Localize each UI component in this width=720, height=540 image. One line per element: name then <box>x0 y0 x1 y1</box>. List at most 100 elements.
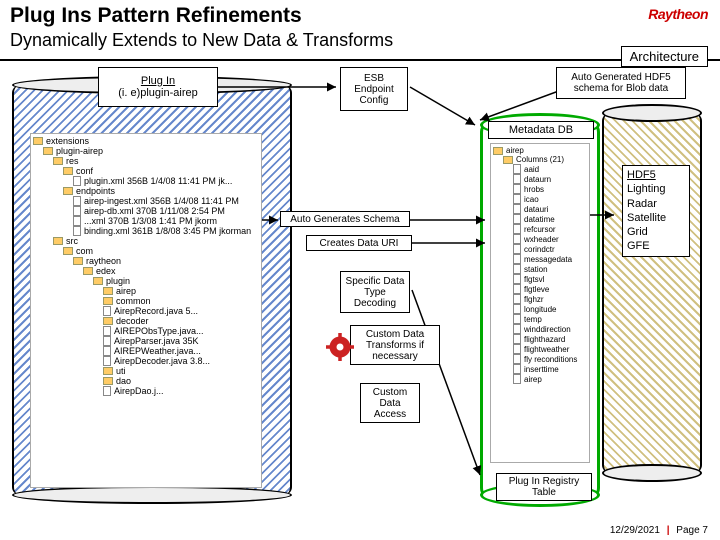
column-icon <box>513 304 521 314</box>
tree-label: airep-db.xml 370B 1/11/08 2:54 PM <box>84 206 225 216</box>
tree-item: common <box>33 296 259 306</box>
tree-item: res <box>33 156 259 166</box>
custom-data-access-box: Custom Data Access <box>360 383 420 423</box>
custom-transforms-box: Custom Data Transforms if necessary <box>350 325 440 365</box>
creates-data-uri-box: Creates Data URI <box>306 235 412 251</box>
file-icon <box>73 206 81 216</box>
tree-label: conf <box>76 166 93 176</box>
column-item: temp <box>493 314 587 324</box>
folder-icon <box>103 367 113 375</box>
column-icon <box>513 314 521 324</box>
auto-generates-schema-box: Auto Generates Schema <box>280 211 410 227</box>
footer-date: 12/29/2021 <box>610 525 660 536</box>
metadata-db-label: Metadata DB <box>488 121 594 139</box>
column-item: inserttime <box>493 364 587 374</box>
tree-label: Columns (21) <box>516 155 564 164</box>
folder-icon <box>103 297 113 305</box>
file-icon <box>103 346 111 356</box>
column-label: hrobs <box>524 185 544 194</box>
column-label: longitude <box>524 305 556 314</box>
divider <box>0 59 720 61</box>
gear-icon <box>326 333 354 361</box>
tree-label: src <box>66 236 78 246</box>
tree-label: raytheon <box>86 256 121 266</box>
column-label: dataurn <box>524 175 551 184</box>
tree-item: com <box>33 246 259 256</box>
column-icon <box>513 374 521 384</box>
tree-label: airep <box>116 286 136 296</box>
esb-box: ESB Endpoint Config <box>340 67 408 111</box>
column-icon <box>513 224 521 234</box>
hdf5-item: Grid <box>627 225 685 239</box>
tree-label: AirepDao.j... <box>114 386 164 396</box>
tree-label: AirepDecoder.java 3.8... <box>114 356 210 366</box>
column-label: fly reconditions <box>524 355 577 364</box>
column-item: corindctr <box>493 244 587 254</box>
column-item: aaid <box>493 164 587 174</box>
folder-icon <box>43 147 53 155</box>
column-label: datatime <box>524 215 555 224</box>
tree-item: plugin.xml 356B 1/4/08 11:41 PM jk... <box>33 176 259 186</box>
column-icon <box>513 344 521 354</box>
column-tree-header: airep <box>493 146 587 155</box>
column-icon <box>513 214 521 224</box>
page-title: Plug Ins Pattern Refinements <box>10 4 710 28</box>
column-label: flgtleve <box>524 285 549 294</box>
tree-item: AirepDecoder.java 3.8... <box>33 356 259 366</box>
column-label: flightweather <box>524 345 569 354</box>
tree-item: airep-ingest.xml 356B 1/4/08 11:41 PM <box>33 196 259 206</box>
tree-item: edex <box>33 266 259 276</box>
column-item: messagedata <box>493 254 587 264</box>
column-item: datatime <box>493 214 587 224</box>
tree-label: res <box>66 156 79 166</box>
folder-icon <box>493 147 503 155</box>
column-icon <box>513 164 521 174</box>
footer-page: Page 7 <box>676 525 708 536</box>
file-icon <box>103 326 111 336</box>
column-item: station <box>493 264 587 274</box>
tree-label: AirepParser.java 35K <box>114 336 199 346</box>
footer: 12/29/2021 | Page 7 <box>610 525 708 536</box>
folder-icon <box>503 156 513 164</box>
column-label: icao <box>524 195 539 204</box>
column-label: aaid <box>524 165 539 174</box>
folder-icon <box>103 377 113 385</box>
tree-item: endpoints <box>33 186 259 196</box>
folder-icon <box>63 187 73 195</box>
specific-decoding-box: Specific Data Type Decoding <box>340 271 410 313</box>
column-item: datauri <box>493 204 587 214</box>
column-icon <box>513 194 521 204</box>
file-tree-left: extensionsplugin-airepresconfplugin.xml … <box>30 133 262 488</box>
plugin-title: Plug In <box>141 75 175 87</box>
folder-icon <box>63 167 73 175</box>
column-icon <box>513 334 521 344</box>
tree-label: airep-ingest.xml 356B 1/4/08 11:41 PM <box>84 196 239 206</box>
column-item: winddirection <box>493 324 587 334</box>
column-item: longitude <box>493 304 587 314</box>
column-label: inserttime <box>524 365 559 374</box>
file-icon <box>73 226 81 236</box>
folder-icon <box>103 317 113 325</box>
file-icon <box>103 336 111 346</box>
registry-label: Plug In Registry Table <box>496 473 592 501</box>
column-label: flghzr <box>524 295 544 304</box>
folder-icon <box>73 257 83 265</box>
tree-item: plugin <box>33 276 259 286</box>
column-icon <box>513 274 521 284</box>
column-item: icao <box>493 194 587 204</box>
column-icon <box>513 184 521 194</box>
column-icon <box>513 284 521 294</box>
column-item: fly reconditions <box>493 354 587 364</box>
column-label: datauri <box>524 205 548 214</box>
tree-item: plugin-airep <box>33 146 259 156</box>
column-icon <box>513 354 521 364</box>
tree-label: binding.xml 361B 1/8/08 3:45 PM jkorman <box>84 226 251 236</box>
column-item: flgtleve <box>493 284 587 294</box>
tree-label: ...xml 370B 1/3/08 1:41 PM jkorm <box>84 216 217 226</box>
column-label: temp <box>524 315 542 324</box>
footer-sep: | <box>667 525 670 536</box>
column-label: flgtsvl <box>524 275 544 284</box>
plugin-box: Plug In (i. e)plugin-airep <box>98 67 218 107</box>
tree-label: com <box>76 246 93 256</box>
tree-item: AirepParser.java 35K <box>33 336 259 346</box>
